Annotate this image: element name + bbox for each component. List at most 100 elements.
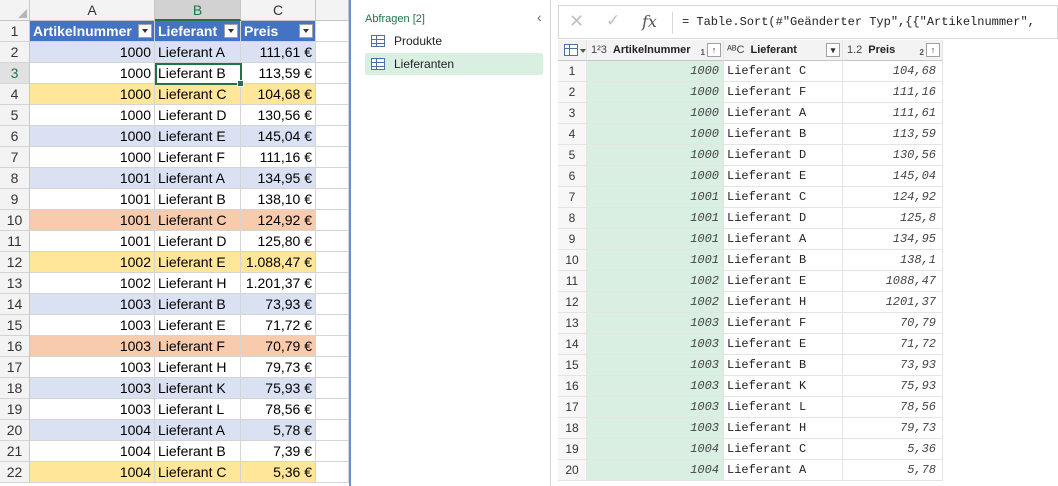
empty-cell[interactable]: [316, 63, 349, 84]
cell-artikelnummer[interactable]: 1003: [587, 397, 724, 418]
row-index[interactable]: 4: [558, 124, 587, 145]
row-index[interactable]: 6: [558, 166, 587, 187]
cell-lieferant[interactable]: Lieferant F: [724, 82, 843, 103]
cell-artikelnummer[interactable]: 1000: [30, 147, 155, 168]
column-header-d[interactable]: [316, 0, 349, 21]
cell-artikelnummer[interactable]: 1000: [30, 84, 155, 105]
cell-artikelnummer[interactable]: 1000: [30, 63, 155, 84]
cell-artikelnummer[interactable]: 1004: [30, 420, 155, 441]
cell-lieferant[interactable]: Lieferant D: [155, 105, 241, 126]
column-header-a[interactable]: A: [30, 0, 155, 21]
cell-lieferant[interactable]: Lieferant E: [724, 334, 843, 355]
cell-preis[interactable]: 134,95 €: [241, 168, 316, 189]
empty-cell[interactable]: [316, 441, 349, 462]
row-index[interactable]: 1: [558, 61, 587, 82]
filter-dropdown-icon[interactable]: [299, 24, 313, 38]
row-index[interactable]: 10: [558, 250, 587, 271]
whole-number-type-icon[interactable]: 1²3: [591, 44, 607, 56]
cell-artikelnummer[interactable]: 1004: [587, 460, 724, 481]
row-index[interactable]: 15: [558, 355, 587, 376]
cell-artikelnummer[interactable]: 1004: [30, 441, 155, 462]
sort-ascending-icon[interactable]: ↑: [707, 43, 721, 57]
cell-artikelnummer[interactable]: 1003: [587, 313, 724, 334]
cell-artikelnummer[interactable]: 1003: [587, 334, 724, 355]
cell-preis[interactable]: 70,79 €: [241, 336, 316, 357]
cell-preis[interactable]: 145,04 €: [241, 126, 316, 147]
fx-icon[interactable]: fx: [642, 12, 657, 31]
empty-cell[interactable]: [316, 294, 349, 315]
cell-lieferant[interactable]: Lieferant H: [155, 357, 241, 378]
cell-lieferant[interactable]: Lieferant F: [155, 336, 241, 357]
cell-preis[interactable]: 79,73: [843, 418, 943, 439]
cell-preis[interactable]: 1.088,47 €: [241, 252, 316, 273]
cell-artikelnummer[interactable]: 1002: [30, 273, 155, 294]
cell-preis[interactable]: 1201,37: [843, 292, 943, 313]
empty-cell[interactable]: [316, 420, 349, 441]
cell-lieferant[interactable]: Lieferant C: [155, 210, 241, 231]
empty-cell[interactable]: [316, 147, 349, 168]
cell-preis[interactable]: 111,16: [843, 82, 943, 103]
cell-artikelnummer[interactable]: 1001: [30, 189, 155, 210]
cell-lieferant[interactable]: Lieferant E: [155, 315, 241, 336]
empty-cell[interactable]: [316, 399, 349, 420]
row-index[interactable]: 13: [558, 313, 587, 334]
cell-lieferant[interactable]: Lieferant K: [155, 378, 241, 399]
cell-artikelnummer[interactable]: 1003: [30, 378, 155, 399]
empty-cell[interactable]: [316, 315, 349, 336]
row-header[interactable]: 8: [0, 168, 30, 189]
cell-lieferant[interactable]: Lieferant H: [724, 418, 843, 439]
row-index[interactable]: 11: [558, 271, 587, 292]
empty-cell[interactable]: [316, 210, 349, 231]
empty-cell[interactable]: [316, 336, 349, 357]
empty-cell[interactable]: [316, 378, 349, 399]
cell-preis[interactable]: 5,36 €: [241, 462, 316, 483]
cell-artikelnummer[interactable]: 1000: [30, 105, 155, 126]
row-header[interactable]: 14: [0, 294, 30, 315]
cell-preis[interactable]: 125,8: [843, 208, 943, 229]
cell-artikelnummer[interactable]: 1001: [30, 168, 155, 189]
cell-artikelnummer[interactable]: 1003: [30, 315, 155, 336]
cell-preis[interactable]: 5,36: [843, 439, 943, 460]
cell-lieferant[interactable]: Lieferant D: [724, 145, 843, 166]
row-header[interactable]: 6: [0, 126, 30, 147]
sort-ascending-icon[interactable]: ↑: [926, 43, 940, 57]
cell-lieferant[interactable]: Lieferant A: [155, 42, 241, 63]
cell-lieferant[interactable]: Lieferant C: [155, 84, 241, 105]
cell-artikelnummer[interactable]: 1002: [587, 271, 724, 292]
cell-artikelnummer[interactable]: 1000: [587, 103, 724, 124]
row-header[interactable]: 20: [0, 420, 30, 441]
row-header[interactable]: 12: [0, 252, 30, 273]
cell-preis[interactable]: 73,93: [843, 355, 943, 376]
cell-artikelnummer[interactable]: 1004: [30, 462, 155, 483]
cell-artikelnummer[interactable]: 1003: [587, 418, 724, 439]
cell-artikelnummer[interactable]: 1000: [30, 42, 155, 63]
header-cell-lieferant[interactable]: Lieferant: [155, 21, 241, 42]
cell-lieferant[interactable]: Lieferant K: [724, 376, 843, 397]
row-index[interactable]: 17: [558, 397, 587, 418]
row-index[interactable]: 14: [558, 334, 587, 355]
row-header[interactable]: 1: [0, 21, 30, 42]
row-index[interactable]: 3: [558, 103, 587, 124]
cell-preis[interactable]: 1.201,37 €: [241, 273, 316, 294]
cell-lieferant[interactable]: Lieferant B: [724, 250, 843, 271]
cell-preis[interactable]: 138,10 €: [241, 189, 316, 210]
row-header[interactable]: 4: [0, 84, 30, 105]
cell-preis[interactable]: 130,56 €: [241, 105, 316, 126]
cell-preis[interactable]: 1088,47: [843, 271, 943, 292]
row-header[interactable]: 15: [0, 315, 30, 336]
column-header-lieferant[interactable]: ᴬᴮC Lieferant ▾: [724, 40, 843, 61]
cell-artikelnummer[interactable]: 1003: [30, 357, 155, 378]
header-cell-preis[interactable]: Preis: [241, 21, 316, 42]
empty-cell[interactable]: [316, 357, 349, 378]
cell-preis[interactable]: 5,78 €: [241, 420, 316, 441]
cell-preis[interactable]: 78,56 €: [241, 399, 316, 420]
cell-lieferant[interactable]: Lieferant A: [724, 103, 843, 124]
confirm-icon[interactable]: ✓: [606, 11, 620, 31]
cell-preis[interactable]: 124,92 €: [241, 210, 316, 231]
empty-cell[interactable]: [316, 252, 349, 273]
cell-preis[interactable]: 104,68: [843, 61, 943, 82]
row-header[interactable]: 11: [0, 231, 30, 252]
cell-preis[interactable]: 104,68 €: [241, 84, 316, 105]
select-all-corner[interactable]: [0, 0, 30, 21]
cell-lieferant[interactable]: Lieferant A: [724, 460, 843, 481]
